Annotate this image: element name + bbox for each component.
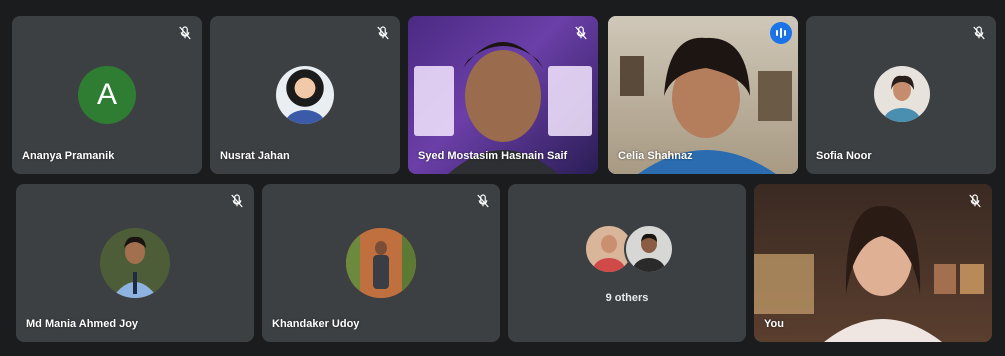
video-feed bbox=[754, 184, 992, 342]
participant-tile-udoy[interactable]: Khandaker Udoy bbox=[262, 184, 500, 342]
participant-tile-celia[interactable]: Celia Shahnaz bbox=[608, 16, 798, 174]
audio-level-icon bbox=[770, 22, 792, 44]
participant-name: You bbox=[764, 318, 784, 330]
participant-tile-ananya[interactable]: A Ananya Pramanik bbox=[12, 16, 202, 174]
participant-tile-nusrat[interactable]: Nusrat Jahan bbox=[210, 16, 400, 174]
participant-tile-joy[interactable]: Md Mania Ahmed Joy bbox=[16, 184, 254, 342]
mic-off-icon bbox=[477, 194, 489, 208]
avatar bbox=[874, 66, 930, 122]
mic-off-icon bbox=[973, 26, 985, 40]
participant-tile-syed[interactable]: Syed Mostasim Hasnain Saif bbox=[408, 16, 598, 174]
participant-tile-sofia[interactable]: Sofia Noor bbox=[806, 16, 996, 174]
mic-off-icon bbox=[969, 194, 981, 208]
mic-off-icon bbox=[231, 194, 243, 208]
others-count: 9 others bbox=[605, 292, 649, 304]
participant-name: Nusrat Jahan bbox=[220, 150, 290, 162]
participant-name: Syed Mostasim Hasnain Saif bbox=[418, 150, 568, 162]
avatar-letter: A bbox=[96, 78, 117, 111]
avatar bbox=[624, 224, 674, 274]
avatar: A bbox=[78, 66, 136, 124]
participant-name: Khandaker Udoy bbox=[272, 318, 360, 330]
avatar bbox=[346, 228, 416, 298]
participant-name: Md Mania Ahmed Joy bbox=[26, 318, 139, 330]
avatar bbox=[276, 66, 334, 124]
mic-off-icon bbox=[575, 26, 587, 40]
participant-name: Sofia Noor bbox=[816, 150, 872, 162]
mic-off-icon bbox=[377, 26, 389, 40]
participant-tile-you[interactable]: You bbox=[754, 184, 992, 342]
others-tile[interactable]: 9 others bbox=[508, 184, 746, 342]
avatar bbox=[100, 228, 170, 298]
mic-off-icon bbox=[179, 26, 191, 40]
participant-name: Celia Shahnaz bbox=[618, 150, 693, 162]
participant-name: Ananya Pramanik bbox=[22, 150, 115, 162]
